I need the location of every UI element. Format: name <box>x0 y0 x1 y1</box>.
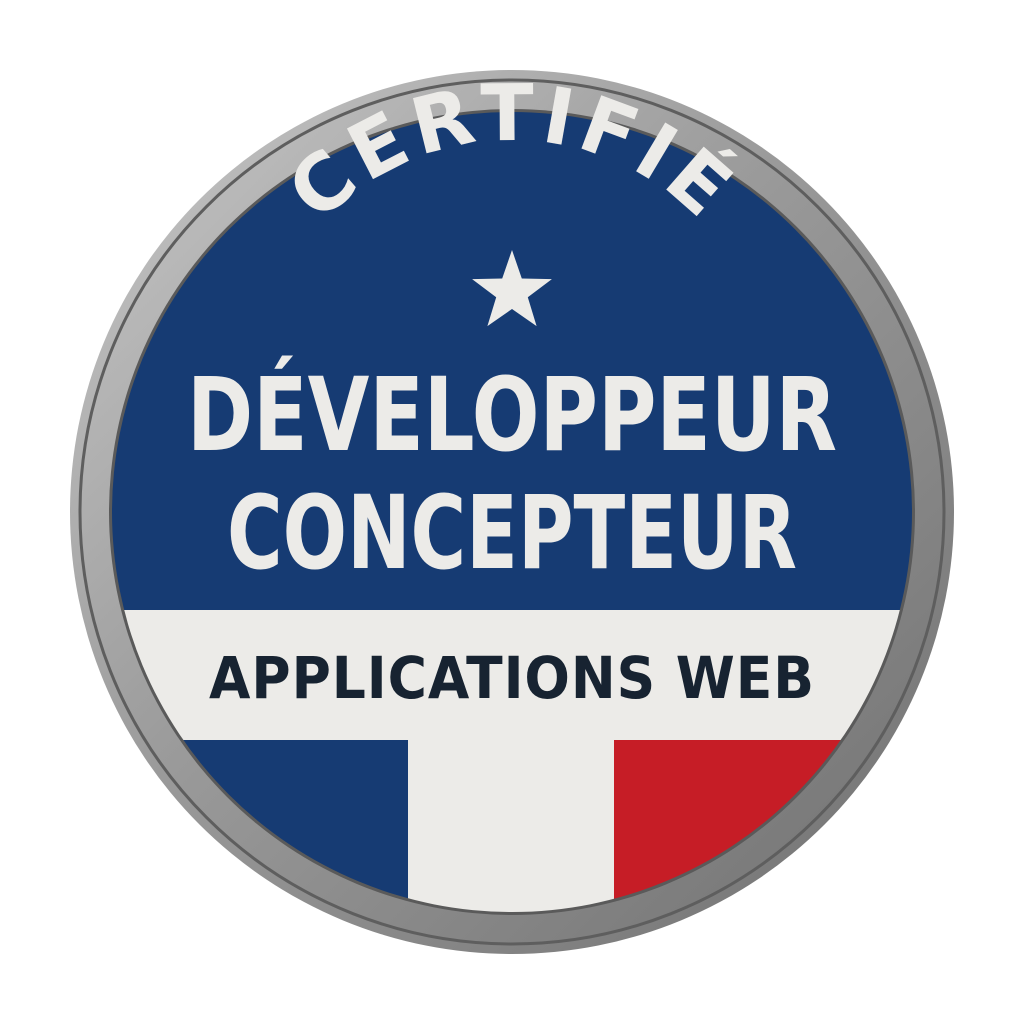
flag-white-stripe <box>408 740 614 912</box>
title-line-2: CONCEPTEUR <box>227 474 797 593</box>
certification-badge: CERTIFIÉ DÉVELOPPEUR CONCEPTEUR APPLICAT… <box>0 0 1024 1024</box>
band-label: APPLICATIONS WEB <box>209 644 815 712</box>
badge-graphic: CERTIFIÉ DÉVELOPPEUR CONCEPTEUR APPLICAT… <box>70 69 954 954</box>
flag-red-stripe <box>614 740 912 912</box>
title-line-1: DÉVELOPPEUR <box>187 355 837 475</box>
flag-blue-stripe <box>112 740 408 912</box>
